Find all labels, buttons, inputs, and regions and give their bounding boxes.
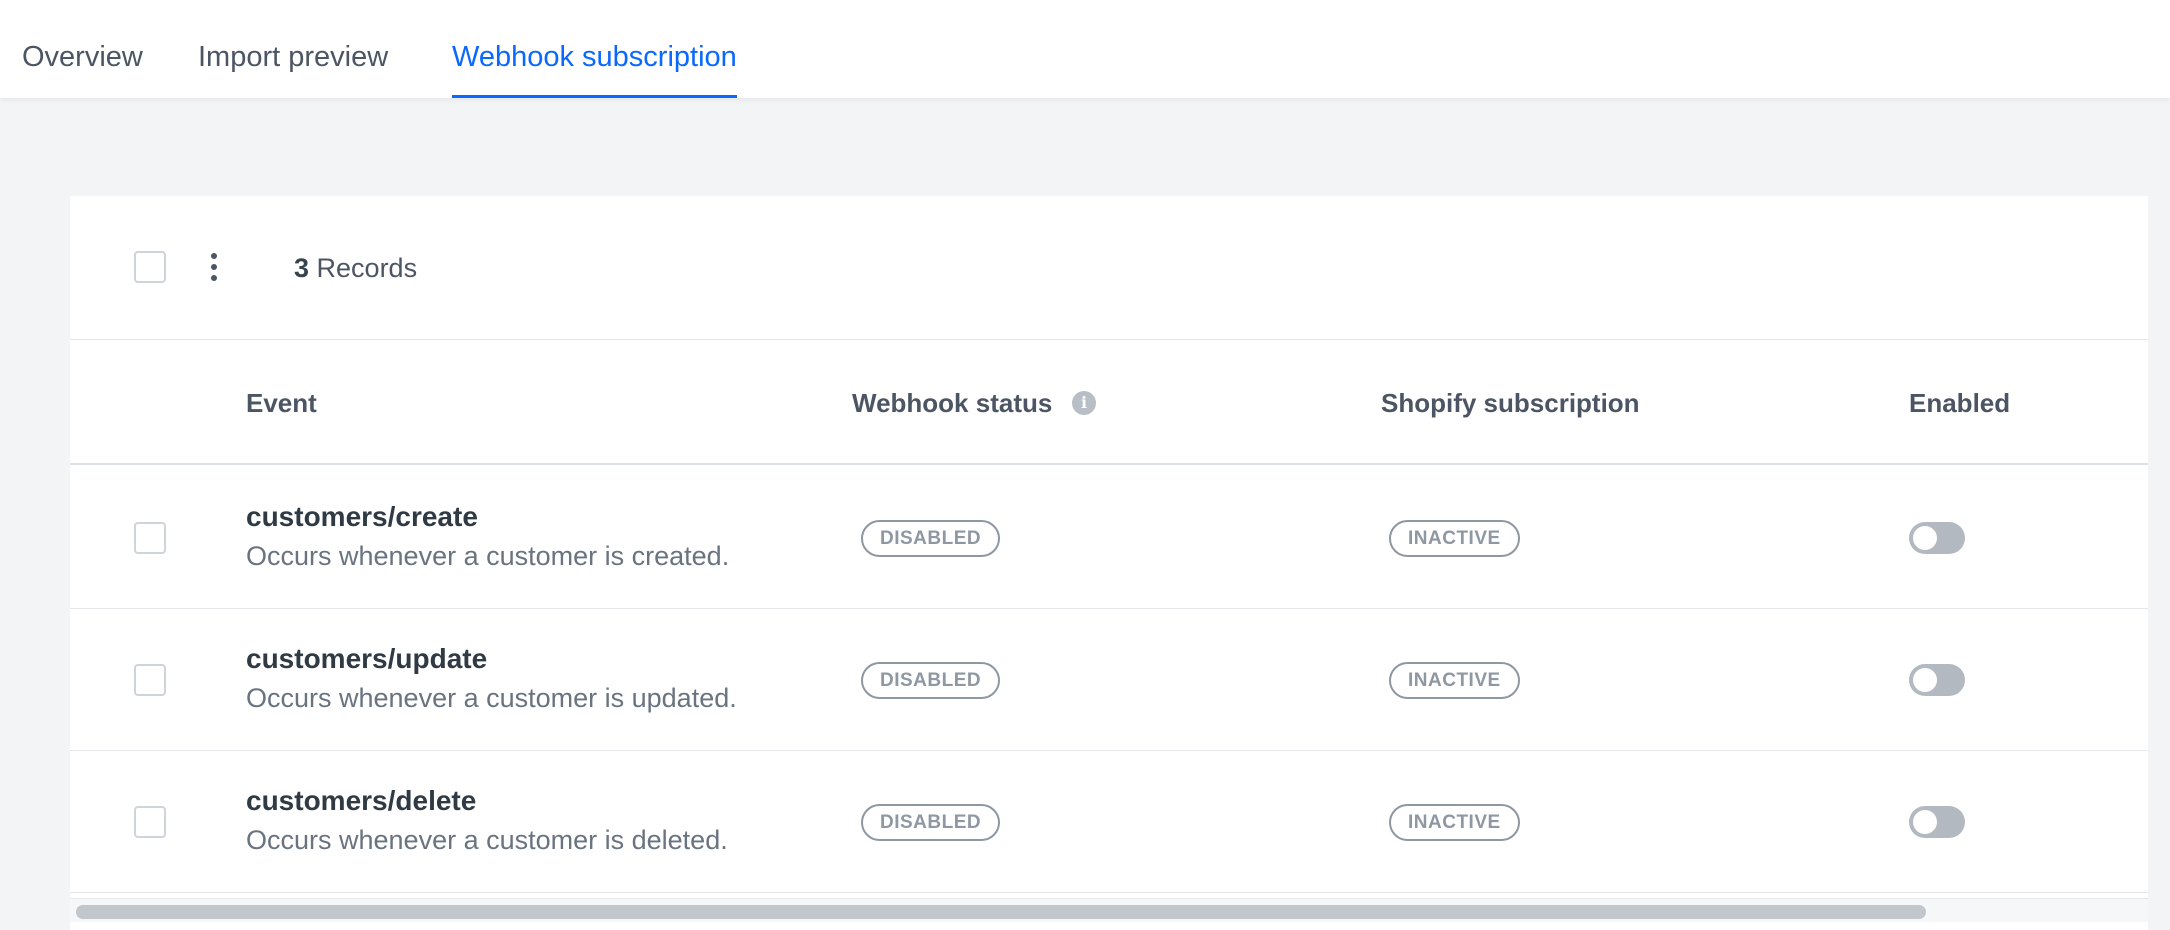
- webhook-status-badge: DISABLED: [861, 804, 1001, 841]
- column-header-enabled[interactable]: Enabled: [1909, 341, 2010, 465]
- records-count-label: Records: [309, 253, 418, 283]
- toggle-knob: [1913, 668, 1937, 692]
- tab-webhook-subscription[interactable]: Webhook subscription: [452, 0, 737, 98]
- table-row: customers/delete Occurs whenever a custo…: [70, 751, 2148, 893]
- event-description: Occurs whenever a customer is updated.: [246, 683, 737, 713]
- records-count: 3 Records: [294, 248, 417, 288]
- column-header-shopify-subscription[interactable]: Shopify subscription: [1381, 341, 1640, 465]
- tab-bar: Overview Import preview Webhook subscrip…: [0, 0, 2170, 98]
- toggle-knob: [1913, 526, 1937, 550]
- horizontal-scrollbar[interactable]: [70, 898, 2148, 922]
- webhook-table-card: 3 Records Event Webhook status i Shopify…: [70, 196, 2148, 930]
- webhook-status-badge: DISABLED: [861, 662, 1001, 699]
- column-header-event[interactable]: Event: [246, 341, 317, 465]
- enabled-toggle[interactable]: [1909, 806, 1965, 838]
- enabled-toggle[interactable]: [1909, 664, 1965, 696]
- column-header-webhook-status[interactable]: Webhook status: [852, 341, 1052, 465]
- table-row: customers/update Occurs whenever a custo…: [70, 609, 2148, 751]
- tab-import-preview[interactable]: Import preview: [198, 0, 388, 98]
- table-header: Event Webhook status i Shopify subscript…: [70, 341, 2148, 465]
- event-name: customers/update: [246, 643, 488, 674]
- info-icon[interactable]: i: [1072, 391, 1096, 415]
- shopify-subscription-badge: INACTIVE: [1389, 804, 1520, 841]
- enabled-toggle[interactable]: [1909, 522, 1965, 554]
- event-name: customers/delete: [246, 785, 477, 816]
- kebab-menu-icon[interactable]: [200, 248, 228, 286]
- records-count-value: 3: [294, 253, 310, 283]
- event-name: customers/create: [246, 501, 478, 532]
- shopify-subscription-badge: INACTIVE: [1389, 520, 1520, 557]
- scrollbar-thumb[interactable]: [76, 905, 1926, 919]
- webhook-status-badge: DISABLED: [861, 520, 1001, 557]
- row-checkbox[interactable]: [134, 806, 166, 838]
- row-checkbox[interactable]: [134, 522, 166, 554]
- shopify-subscription-badge: INACTIVE: [1389, 662, 1520, 699]
- event-description: Occurs whenever a customer is deleted.: [246, 825, 728, 855]
- tab-overview[interactable]: Overview: [22, 0, 143, 98]
- toggle-knob: [1913, 810, 1937, 834]
- row-checkbox[interactable]: [134, 664, 166, 696]
- event-description: Occurs whenever a customer is created.: [246, 541, 730, 571]
- table-toolbar: 3 Records: [70, 196, 2148, 340]
- table-row: customers/create Occurs whenever a custo…: [70, 467, 2148, 609]
- select-all-checkbox[interactable]: [134, 251, 166, 283]
